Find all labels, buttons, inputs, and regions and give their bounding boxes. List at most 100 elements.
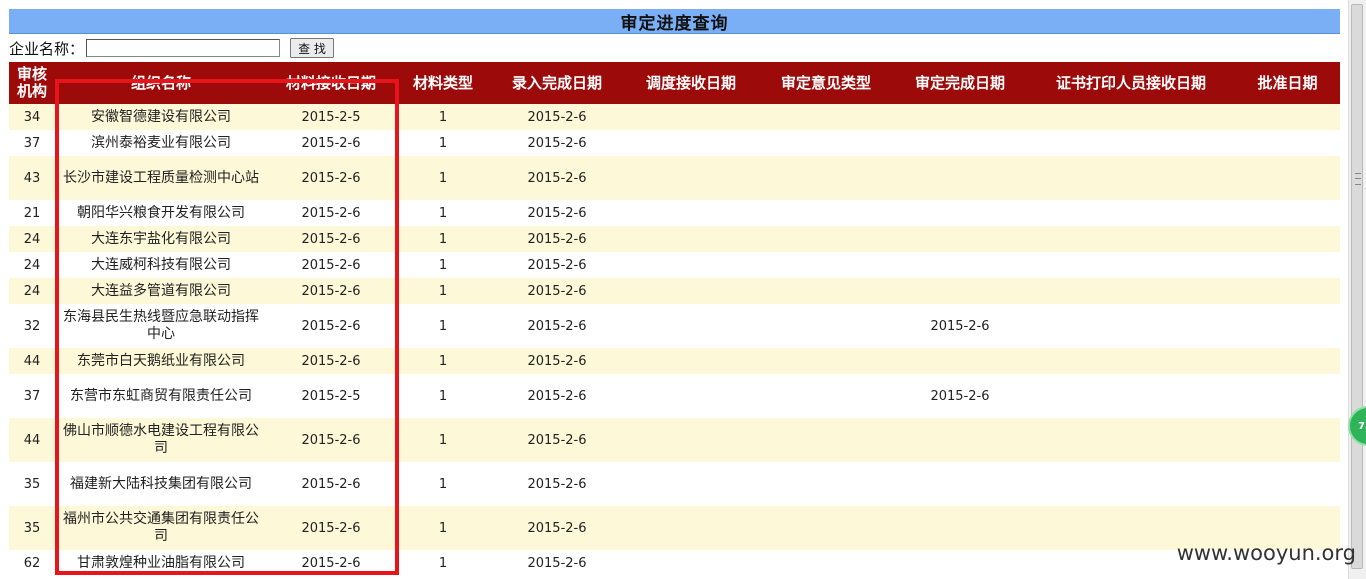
cell-review-opinion-type: [759, 226, 893, 252]
scrollbar-thumb[interactable]: [1351, 4, 1363, 569]
table-row[interactable]: 24 大连威柯科技有限公司 2015-2-6 1 2015-2-6: [9, 252, 1340, 278]
cell-entry-complete-date: 2015-2-6: [491, 278, 623, 304]
table-row[interactable]: 24 大连益多管道有限公司 2015-2-6 1 2015-2-6: [9, 278, 1340, 304]
cell-agency: 24: [9, 252, 55, 278]
cell-material-received-date: 2015-2-6: [267, 226, 395, 252]
cell-review-opinion-type: [759, 462, 893, 506]
cell-dispatch-received-date: [623, 156, 759, 200]
cell-cert-print-received-date: [1027, 156, 1235, 200]
cell-approval-date: [1235, 200, 1340, 226]
cell-dispatch-received-date: [623, 374, 759, 418]
page-title: 审定进度查询: [9, 9, 1340, 34]
cell-org-name: 东海县民生热线暨应急联动指挥中心: [55, 304, 267, 348]
cell-approval-date: [1235, 252, 1340, 278]
cell-agency: 43: [9, 156, 55, 200]
cell-approval-date: [1235, 462, 1340, 506]
header-dispatch-received-date[interactable]: 调度接收日期: [623, 62, 759, 104]
cell-material-received-date: 2015-2-5: [267, 104, 395, 130]
cell-review-complete-date: [893, 252, 1027, 278]
cell-approval-date: [1235, 278, 1340, 304]
cell-cert-print-received-date: [1027, 200, 1235, 226]
watermark-text: www.wooyun.org: [1176, 541, 1356, 565]
table-row[interactable]: 37 滨州泰裕麦业有限公司 2015-2-6 1 2015-2-6: [9, 130, 1340, 156]
cell-material-type: 1: [395, 374, 491, 418]
search-button[interactable]: 查 找: [290, 38, 335, 58]
table-row[interactable]: 44 佛山市顺德水电建设工程有限公司 2015-2-6 1 2015-2-6: [9, 418, 1340, 462]
cell-dispatch-received-date: [623, 226, 759, 252]
cell-review-opinion-type: [759, 418, 893, 462]
table-row[interactable]: 37 东营市东虹商贸有限责任公司 2015-2-5 1 2015-2-6 2015-2-6: [9, 374, 1340, 418]
table-row[interactable]: 35 福州市公共交通集团有限责任公司 2015-2-6 1 2015-2-6: [9, 506, 1340, 550]
cell-review-complete-date: [893, 104, 1027, 130]
cell-org-name: 安徽智德建设有限公司: [55, 104, 267, 130]
cell-material-type: 1: [395, 506, 491, 550]
header-material-type[interactable]: 材料类型: [395, 62, 491, 104]
cell-material-received-date: 2015-2-6: [267, 252, 395, 278]
cell-review-opinion-type: [759, 252, 893, 278]
table-row[interactable]: 32 东海县民生热线暨应急联动指挥中心 2015-2-6 1 2015-2-6 2015-…: [9, 304, 1340, 348]
header-review-complete-date[interactable]: 审定完成日期: [893, 62, 1027, 104]
cell-entry-complete-date: 2015-2-6: [491, 348, 623, 374]
cell-org-name: 东营市东虹商贸有限责任公司: [55, 374, 267, 418]
cell-material-received-date: 2015-2-6: [267, 130, 395, 156]
cell-cert-print-received-date: [1027, 278, 1235, 304]
cell-dispatch-received-date: [623, 348, 759, 374]
table-row[interactable]: 62 甘肃敦煌种业油脂有限公司 2015-2-6 1 2015-2-6: [9, 550, 1340, 576]
header-cert-print-received-date[interactable]: 证书打印人员接收日期: [1027, 62, 1235, 104]
cell-material-type: 1: [395, 348, 491, 374]
cell-cert-print-received-date: [1027, 348, 1235, 374]
review-progress-table: 审核机构 组织名称 材料接收日期 材料类型 录入完成日期 调度接收日期 审定意见…: [9, 62, 1340, 576]
cell-material-received-date: 2015-2-6: [267, 304, 395, 348]
table-row[interactable]: 44 东莞市白天鹅纸业有限公司 2015-2-6 1 2015-2-6: [9, 348, 1340, 374]
cell-material-type: 1: [395, 156, 491, 200]
header-review-opinion-type[interactable]: 审定意见类型: [759, 62, 893, 104]
cell-review-complete-date: [893, 200, 1027, 226]
table-row[interactable]: 24 大连东宇盐化有限公司 2015-2-6 1 2015-2-6: [9, 226, 1340, 252]
cell-material-type: 1: [395, 418, 491, 462]
cell-dispatch-received-date: [623, 130, 759, 156]
cell-cert-print-received-date: [1027, 462, 1235, 506]
header-entry-complete-date[interactable]: 录入完成日期: [491, 62, 623, 104]
header-material-received-date[interactable]: 材料接收日期: [267, 62, 395, 104]
cell-agency: 21: [9, 200, 55, 226]
company-name-input[interactable]: [86, 39, 281, 57]
cell-approval-date: [1235, 226, 1340, 252]
table-row[interactable]: 21 朝阳华兴粮食开发有限公司 2015-2-6 1 2015-2-6: [9, 200, 1340, 226]
table-row[interactable]: 34 安徽智德建设有限公司 2015-2-5 1 2015-2-6: [9, 104, 1340, 130]
cell-review-opinion-type: [759, 156, 893, 200]
cell-agency: 35: [9, 506, 55, 550]
cell-entry-complete-date: 2015-2-6: [491, 156, 623, 200]
cell-review-complete-date: [893, 348, 1027, 374]
cell-material-received-date: 2015-2-6: [267, 550, 395, 576]
cell-cert-print-received-date: [1027, 226, 1235, 252]
cell-agency: 62: [9, 550, 55, 576]
cell-material-received-date: 2015-2-6: [267, 156, 395, 200]
cell-material-type: 1: [395, 550, 491, 576]
vertical-scrollbar[interactable]: [1348, 0, 1366, 579]
header-approval-date[interactable]: 批准日期: [1235, 62, 1340, 104]
cell-review-opinion-type: [759, 130, 893, 156]
cell-review-complete-date: 2015-2-6: [893, 374, 1027, 418]
cell-material-received-date: 2015-2-6: [267, 348, 395, 374]
cell-agency: 44: [9, 418, 55, 462]
scrollbar-grip-icon: [1355, 173, 1361, 185]
cell-review-complete-date: [893, 156, 1027, 200]
cell-material-received-date: 2015-2-6: [267, 462, 395, 506]
header-review-agency[interactable]: 审核机构: [9, 62, 55, 104]
table-row[interactable]: 35 福建新大陆科技集团有限公司 2015-2-6 1 2015-2-6: [9, 462, 1340, 506]
cell-approval-date: [1235, 374, 1340, 418]
cell-dispatch-received-date: [623, 252, 759, 278]
cell-approval-date: [1235, 418, 1340, 462]
review-progress-table-container: 审核机构 组织名称 材料接收日期 材料类型 录入完成日期 调度接收日期 审定意见…: [9, 62, 1340, 576]
cell-agency: 37: [9, 374, 55, 418]
cell-material-type: 1: [395, 252, 491, 278]
table-row[interactable]: 43 长沙市建设工程质量检测中心站 2015-2-6 1 2015-2-6: [9, 156, 1340, 200]
cell-org-name: 大连威柯科技有限公司: [55, 252, 267, 278]
header-org-name[interactable]: 组织名称: [55, 62, 267, 104]
cell-entry-complete-date: 2015-2-6: [491, 374, 623, 418]
table-body: 34 安徽智德建设有限公司 2015-2-5 1 2015-2-6 37 滨州泰裕麦业有限公…: [9, 104, 1340, 576]
cell-org-name: 福州市公共交通集团有限责任公司: [55, 506, 267, 550]
cell-org-name: 大连东宇盐化有限公司: [55, 226, 267, 252]
cell-entry-complete-date: 2015-2-6: [491, 226, 623, 252]
cell-review-complete-date: [893, 462, 1027, 506]
